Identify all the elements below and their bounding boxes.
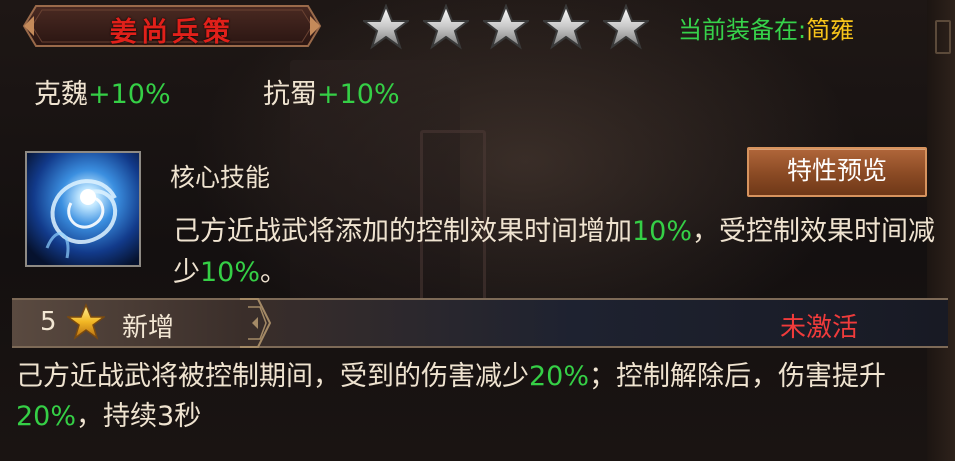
trait-preview-button[interactable]: 特性预览	[747, 147, 927, 197]
desc-value: 10%	[200, 257, 261, 288]
skill-title: 核心技能	[170, 163, 271, 192]
star-icon	[363, 4, 409, 50]
desc-text: ，持续3秒	[76, 401, 202, 432]
bonus-label: 新增	[122, 313, 175, 343]
stat-name: 克魏	[34, 79, 88, 110]
equipped-info: 当前装备在:简雍	[678, 10, 854, 45]
stat-name: 抗蜀	[263, 79, 317, 110]
star-icon	[603, 4, 649, 50]
gold-star-icon	[67, 303, 105, 340]
swirl-skill-icon[interactable]	[25, 151, 141, 267]
bonus-description: 己方近战武将被控制期间，受到的伤害减少20%；控制解除后，伤害提升20%，持续3…	[16, 357, 936, 437]
equipped-label: 当前装备在:	[678, 16, 807, 44]
desc-text: 己方近战武将添加的控制效果时间增加	[173, 216, 632, 247]
desc-value: 10%	[632, 216, 693, 247]
desc-text: 己方近战武将被控制期间，受到的伤害减少	[16, 361, 529, 392]
activation-status: 未激活	[780, 313, 859, 343]
desc-value: 20%	[16, 401, 77, 432]
skill-description: 己方近战武将添加的控制效果时间增加10%，受控制效果时间减少10%。	[173, 211, 953, 293]
stat-bonus: 克魏+10%	[34, 72, 171, 111]
stat-bonus: 抗蜀+10%	[263, 72, 400, 111]
item-title: 姜尚兵策	[110, 17, 234, 48]
equipped-hero-name: 简雍	[806, 16, 855, 44]
stat-value: +10%	[317, 79, 400, 110]
star-icon	[543, 4, 589, 50]
desc-text: ；控制解除后，伤害提升	[589, 361, 887, 392]
star-icon	[423, 4, 469, 50]
title-banner: 姜尚兵策	[22, 4, 322, 48]
bonus-star-level: 5	[40, 307, 57, 337]
stat-value: +10%	[88, 79, 171, 110]
desc-text: 。	[260, 257, 288, 288]
desc-value: 20%	[529, 361, 590, 392]
star-icon	[483, 4, 529, 50]
